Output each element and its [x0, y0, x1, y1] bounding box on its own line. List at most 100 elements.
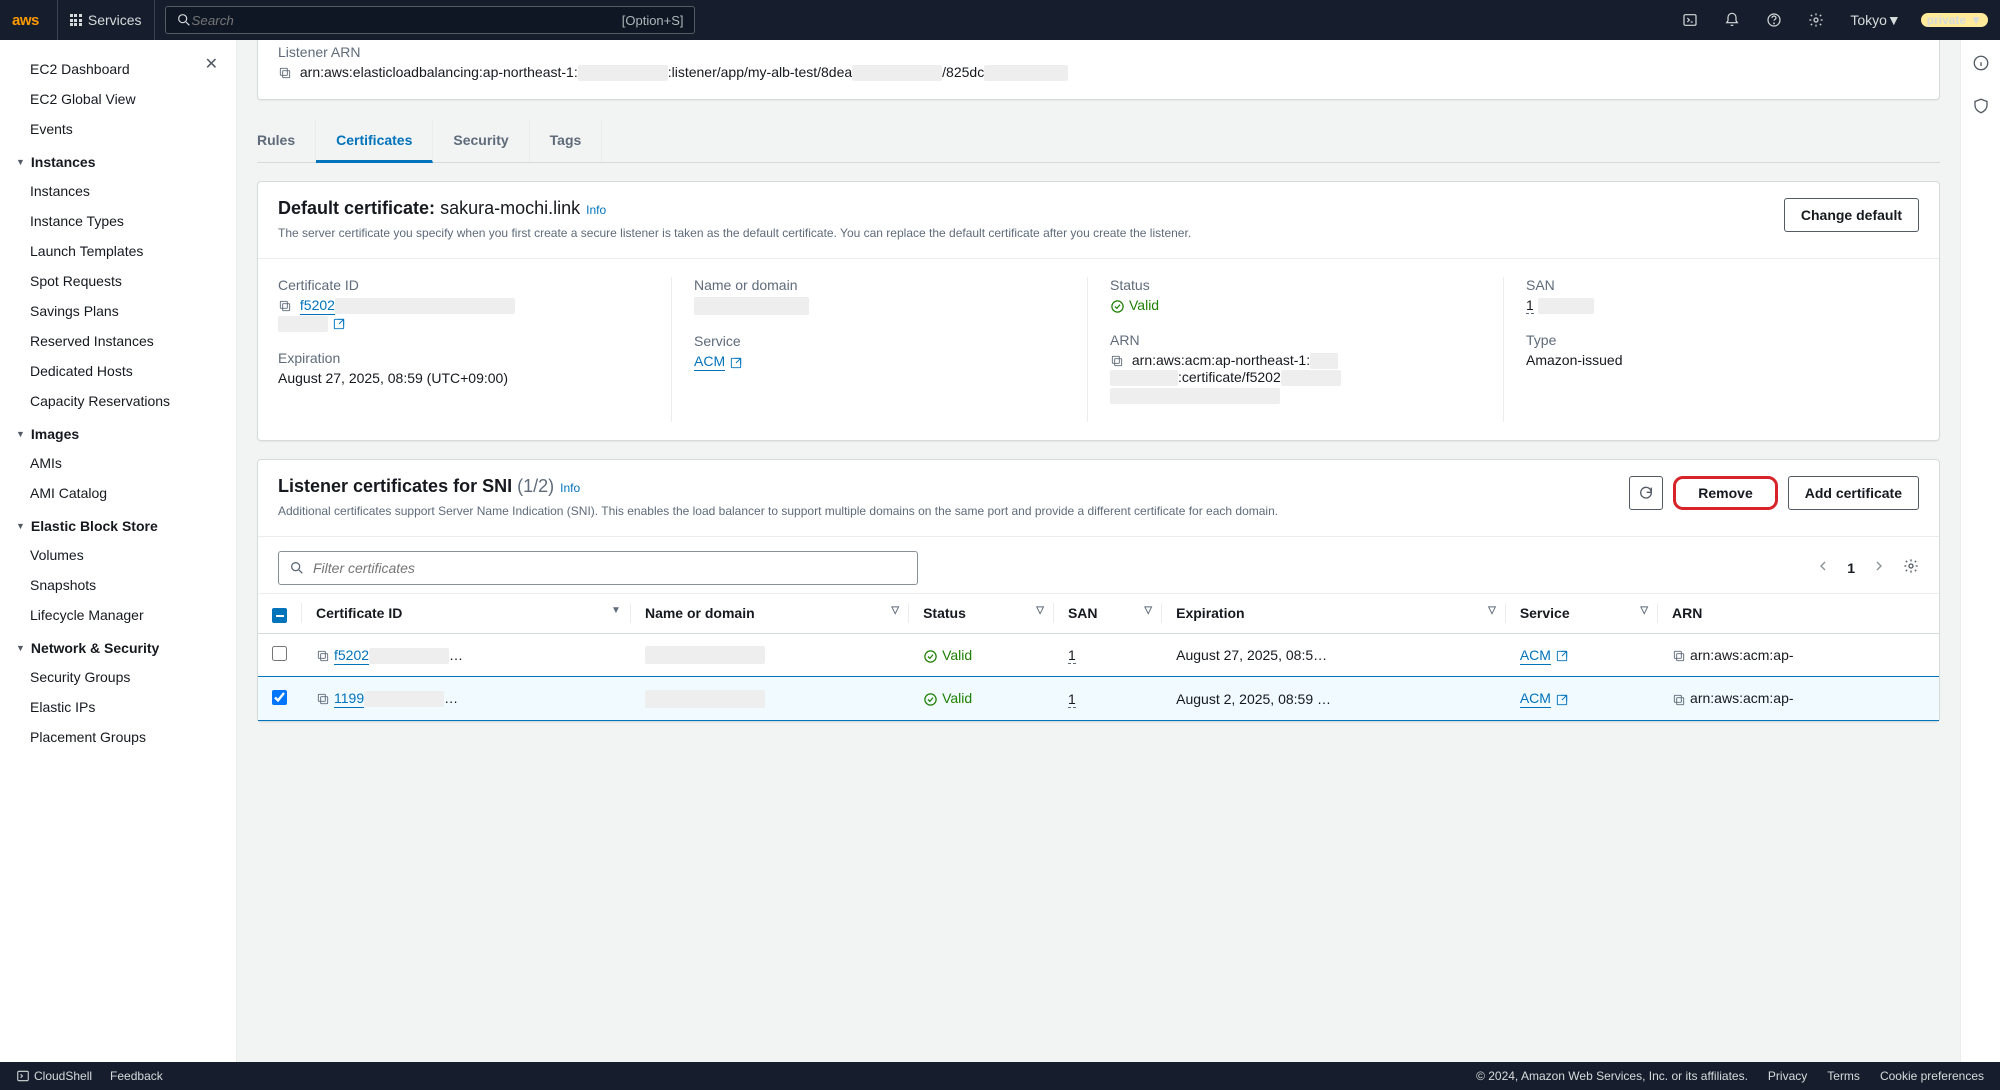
cert-id-link[interactable]: f5202 — [300, 297, 335, 315]
cookie-link[interactable]: Cookie preferences — [1880, 1069, 1984, 1083]
copy-icon[interactable] — [1110, 354, 1124, 368]
cert-id-link[interactable]: 1199 — [334, 690, 364, 708]
sni-sub: Additional certificates support Server N… — [278, 503, 1278, 520]
shield-icon[interactable] — [1972, 97, 1990, 118]
tab-rules[interactable]: Rules — [257, 120, 316, 162]
sidebar-item-volumes[interactable]: Volumes — [0, 540, 236, 570]
notifications-icon[interactable] — [1718, 12, 1746, 28]
external-link-icon[interactable] — [332, 317, 346, 331]
filter-box[interactable] — [278, 551, 918, 585]
table-row[interactable]: f5202… Valid 1 August 27, 2025, 08:5… AC… — [258, 634, 1939, 677]
col-service[interactable]: Service▽ — [1506, 593, 1658, 634]
refresh-button[interactable] — [1629, 476, 1663, 510]
sidebar-section-instances[interactable]: Instances — [0, 144, 236, 176]
col-expiration[interactable]: Expiration▽ — [1162, 593, 1506, 634]
sidebar-item-amis[interactable]: AMIs — [0, 448, 236, 478]
sidebar-item-reserved-instances[interactable]: Reserved Instances — [0, 326, 236, 356]
copy-icon[interactable] — [1672, 649, 1686, 663]
col-san[interactable]: SAN▽ — [1054, 593, 1162, 634]
search-shortcut: [Option+S] — [622, 13, 684, 28]
sidebar-item-placement-groups[interactable]: Placement Groups — [0, 722, 236, 752]
copyright: © 2024, Amazon Web Services, Inc. or its… — [1476, 1069, 1748, 1083]
col-name[interactable]: Name or domain▽ — [631, 593, 909, 634]
aws-logo[interactable]: aws — [12, 12, 39, 29]
sidebar: ✕ EC2 Dashboard EC2 Global View Events I… — [0, 40, 237, 1062]
add-certificate-button[interactable]: Add certificate — [1788, 476, 1919, 510]
terms-link[interactable]: Terms — [1827, 1069, 1860, 1083]
help-icon[interactable] — [1760, 12, 1788, 28]
row-checkbox[interactable] — [272, 690, 287, 705]
sidebar-item-dedicated-hosts[interactable]: Dedicated Hosts — [0, 356, 236, 386]
info-link[interactable]: Info — [586, 203, 606, 217]
sidebar-item-security-groups[interactable]: Security Groups — [0, 662, 236, 692]
col-arn[interactable]: ARN — [1658, 593, 1939, 634]
services-menu[interactable]: Services — [57, 0, 155, 40]
private-badge[interactable]: private ▼ — [1921, 13, 1988, 27]
copy-icon[interactable] — [278, 66, 292, 80]
sidebar-section-ebs[interactable]: Elastic Block Store — [0, 508, 236, 540]
search-input[interactable] — [192, 13, 622, 28]
select-all-checkbox[interactable] — [272, 608, 287, 623]
col-cert-id[interactable]: Certificate ID▼ — [302, 593, 631, 634]
sidebar-section-images[interactable]: Images — [0, 416, 236, 448]
sidebar-section-network-security[interactable]: Network & Security — [0, 630, 236, 662]
services-label: Services — [88, 12, 142, 28]
filter-input[interactable] — [313, 560, 907, 576]
copy-icon[interactable] — [316, 649, 330, 663]
san-label: SAN — [1526, 277, 1897, 293]
search-box[interactable]: [Option+S] — [165, 6, 695, 34]
close-icon[interactable]: ✕ — [205, 54, 218, 74]
region-selector[interactable]: Tokyo ▼ — [1844, 12, 1906, 28]
sidebar-item-ec2-global-view[interactable]: EC2 Global View — [0, 84, 236, 114]
cert-id-link[interactable]: f5202 — [334, 647, 369, 665]
change-default-button[interactable]: Change default — [1784, 198, 1919, 232]
sidebar-item-events[interactable]: Events — [0, 114, 236, 144]
sidebar-item-ec2-dashboard[interactable]: EC2 Dashboard — [0, 54, 236, 84]
settings-icon[interactable] — [1802, 12, 1830, 28]
tab-certificates[interactable]: Certificates — [316, 120, 433, 163]
remove-button[interactable]: Remove — [1673, 476, 1777, 510]
copy-icon[interactable] — [1672, 693, 1686, 707]
listener-arn-value: arn:aws:elasticloadbalancing:ap-northeas… — [278, 64, 1919, 81]
info-icon[interactable] — [1972, 54, 1990, 75]
service-link[interactable]: ACM — [1520, 647, 1551, 665]
sidebar-item-snapshots[interactable]: Snapshots — [0, 570, 236, 600]
copy-icon[interactable] — [316, 692, 330, 706]
table-settings-icon[interactable] — [1903, 558, 1919, 577]
sidebar-item-spot-requests[interactable]: Spot Requests — [0, 266, 236, 296]
name-domain-label: Name or domain — [694, 277, 1065, 293]
sidebar-item-instances[interactable]: Instances — [0, 176, 236, 206]
tab-tags[interactable]: Tags — [530, 120, 603, 162]
prev-page-icon[interactable] — [1815, 558, 1831, 577]
sidebar-item-instance-types[interactable]: Instance Types — [0, 206, 236, 236]
service-label: Service — [694, 333, 1065, 349]
sidebar-item-elastic-ips[interactable]: Elastic IPs — [0, 692, 236, 722]
cert-id-value: f5202 — [278, 297, 649, 332]
right-rail — [1960, 40, 2000, 1062]
valid-icon — [923, 690, 942, 706]
cloudshell-icon[interactable] — [1676, 12, 1704, 28]
copy-icon[interactable] — [278, 299, 292, 313]
service-link[interactable]: ACM — [1520, 690, 1551, 708]
valid-icon — [923, 647, 942, 663]
external-link-icon[interactable] — [729, 356, 743, 370]
privacy-link[interactable]: Privacy — [1768, 1069, 1807, 1083]
next-page-icon[interactable] — [1871, 558, 1887, 577]
status-label: Status — [1110, 277, 1481, 293]
sidebar-item-ami-catalog[interactable]: AMI Catalog — [0, 478, 236, 508]
external-link-icon[interactable] — [1555, 693, 1569, 707]
tab-security[interactable]: Security — [433, 120, 529, 162]
external-link-icon[interactable] — [1555, 649, 1569, 663]
table-row[interactable]: 1199… Valid 1 August 2, 2025, 08:59 … AC… — [258, 677, 1939, 720]
sidebar-item-capacity-reservations[interactable]: Capacity Reservations — [0, 386, 236, 416]
row-checkbox[interactable] — [272, 646, 287, 661]
col-status[interactable]: Status▽ — [909, 593, 1054, 634]
cloudshell-button[interactable]: CloudShell — [16, 1069, 92, 1083]
sidebar-item-savings-plans[interactable]: Savings Plans — [0, 296, 236, 326]
sidebar-item-lifecycle-manager[interactable]: Lifecycle Manager — [0, 600, 236, 630]
feedback-link[interactable]: Feedback — [110, 1069, 163, 1083]
name-domain-value — [694, 297, 1065, 315]
info-link[interactable]: Info — [560, 481, 580, 495]
sni-table: Certificate ID▼ Name or domain▽ Status▽ … — [258, 593, 1939, 721]
sidebar-item-launch-templates[interactable]: Launch Templates — [0, 236, 236, 266]
